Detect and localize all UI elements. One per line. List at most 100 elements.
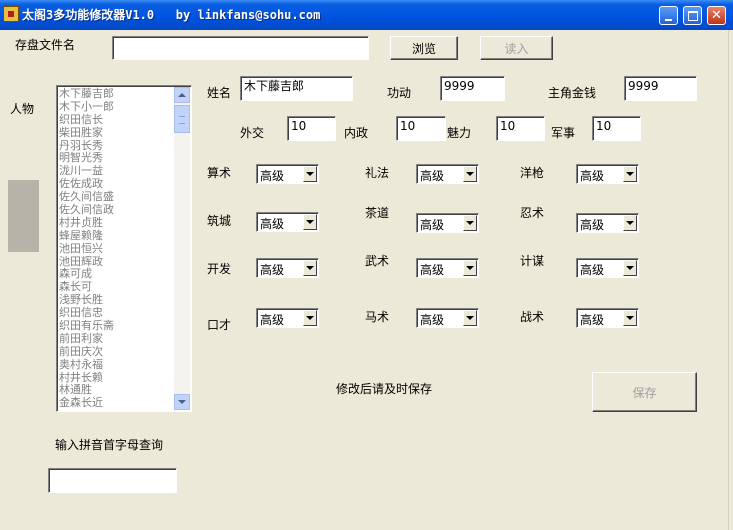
dropdown-arrow-icon[interactable]	[463, 310, 477, 326]
dropdown-arrow-icon[interactable]	[303, 260, 317, 276]
dropdown-arrow-icon[interactable]	[623, 215, 637, 231]
charm-field[interactable]: 10	[496, 116, 545, 141]
money-field[interactable]: 9999	[624, 76, 697, 101]
skill-select[interactable]: 高级	[256, 164, 319, 184]
charm-label: 魅力	[447, 126, 472, 140]
save-button[interactable]: 保存	[592, 372, 697, 412]
pinyin-search-input[interactable]	[48, 468, 177, 493]
skill-select-value: 高级	[260, 313, 285, 327]
skill-select-value: 高级	[260, 263, 285, 277]
list-item[interactable]: 木下小一郎	[59, 100, 174, 113]
list-item[interactable]: 前田利家	[59, 332, 174, 345]
politics-field[interactable]: 10	[396, 116, 446, 141]
dropdown-arrow-icon[interactable]	[623, 310, 637, 326]
list-scrollbar[interactable]	[174, 87, 190, 410]
merit-label: 功动	[387, 86, 412, 100]
scroll-down-icon[interactable]	[174, 394, 190, 410]
save-hint: 修改后请及时保存	[336, 382, 433, 396]
person-side-panel	[8, 180, 39, 252]
list-item[interactable]: 森长可	[59, 280, 174, 293]
skill-select-value: 高级	[420, 169, 445, 183]
list-item[interactable]: 浅野长胜	[59, 293, 174, 306]
skill-label: 礼法	[365, 166, 390, 180]
skill-select-value: 高级	[420, 218, 445, 232]
skill-label: 计谋	[520, 254, 545, 268]
list-item[interactable]: 明智光秀	[59, 151, 174, 165]
skill-select[interactable]: 高级	[576, 213, 639, 233]
list-item[interactable]: 织田有乐斋	[59, 319, 174, 332]
diplomacy-field[interactable]: 10	[287, 116, 336, 141]
maximize-button[interactable]	[683, 6, 702, 25]
money-label: 主角金钱	[548, 86, 597, 100]
military-label: 军事	[551, 126, 576, 140]
search-label: 输入拼音首字母查询	[55, 438, 164, 452]
save-file-input[interactable]	[112, 36, 369, 60]
dropdown-arrow-icon[interactable]	[463, 260, 477, 276]
skill-select-value: 高级	[580, 218, 605, 232]
skill-select[interactable]: 高级	[416, 164, 479, 184]
skill-label: 茶道	[365, 206, 390, 220]
minimize-button[interactable]	[659, 6, 678, 25]
title-bar[interactable]: 太阁3多功能修改器V1.0 by linkfans@sohu.com ✕	[0, 0, 733, 30]
skill-select[interactable]: 高级	[256, 258, 319, 278]
list-item[interactable]: 泷川一益	[59, 164, 174, 177]
name-label: 姓名	[207, 86, 232, 100]
list-item[interactable]: 柴田胜家	[59, 126, 174, 139]
skill-label: 口才	[207, 318, 232, 332]
list-item[interactable]: 佐佐成政	[59, 177, 174, 190]
list-item[interactable]: 村井贞胜	[59, 216, 174, 229]
military-field[interactable]: 10	[592, 116, 641, 141]
close-button[interactable]: ✕	[707, 6, 726, 25]
skill-select[interactable]: 高级	[256, 308, 319, 328]
skill-label: 战术	[520, 310, 545, 324]
list-item[interactable]: 金森长近	[59, 396, 174, 409]
skill-select-value: 高级	[420, 313, 445, 327]
skill-select-value: 高级	[420, 263, 445, 277]
list-item[interactable]: 丹羽长秀	[59, 139, 174, 152]
skill-select-value: 高级	[580, 169, 605, 183]
dropdown-arrow-icon[interactable]	[303, 310, 317, 326]
politics-label: 内政	[344, 126, 369, 140]
skill-select[interactable]: 高级	[416, 213, 479, 233]
list-item[interactable]: 村井长赖	[59, 371, 174, 384]
list-item[interactable]: 佐久间信政	[59, 203, 174, 216]
list-item[interactable]: 池田恒兴	[59, 242, 174, 255]
name-field[interactable]: 木下藤吉郎	[240, 76, 353, 101]
dropdown-arrow-icon[interactable]	[303, 166, 317, 182]
diplomacy-label: 外交	[240, 126, 265, 140]
load-button[interactable]: 读入	[480, 36, 553, 60]
list-item[interactable]: 森可成	[59, 267, 174, 281]
list-item[interactable]: 奥村永福	[59, 358, 174, 371]
skill-select-value: 高级	[260, 217, 285, 231]
skill-select[interactable]: 高级	[416, 258, 479, 278]
scroll-up-icon[interactable]	[174, 87, 190, 103]
list-item[interactable]: 木下藤吉郎	[59, 87, 174, 100]
list-item[interactable]: 蜂屋赖隆	[59, 229, 174, 242]
skill-select[interactable]: 高级	[256, 212, 319, 232]
dropdown-arrow-icon[interactable]	[463, 215, 477, 231]
skill-label: 筑城	[207, 214, 232, 228]
list-item[interactable]: 林通胜	[59, 383, 174, 397]
dropdown-arrow-icon[interactable]	[463, 166, 477, 182]
list-item[interactable]: 织田信长	[59, 113, 174, 126]
skill-label: 忍术	[520, 206, 545, 220]
skill-select[interactable]: 高级	[576, 308, 639, 328]
skill-label: 洋枪	[520, 166, 545, 180]
list-item[interactable]: 池田辉政	[59, 255, 174, 268]
skill-select[interactable]: 高级	[416, 308, 479, 328]
window-title: 太阁3多功能修改器V1.0 by linkfans@sohu.com	[22, 8, 321, 22]
person-listbox[interactable]: 木下藤吉郎 木下小一郎 织田信长 柴田胜家 丹羽长秀 明智光秀 泷川一益 佐佐成政 佐久间信盛佐…	[56, 85, 192, 412]
app-icon	[3, 6, 19, 22]
merit-field[interactable]: 9999	[440, 76, 505, 101]
person-label: 人物	[10, 102, 35, 116]
list-item[interactable]: 前田庆次	[59, 345, 174, 358]
list-item[interactable]: 织田信忠	[59, 306, 174, 319]
dropdown-arrow-icon[interactable]	[623, 166, 637, 182]
dropdown-arrow-icon[interactable]	[623, 260, 637, 276]
scroll-thumb[interactable]	[174, 105, 190, 133]
dropdown-arrow-icon[interactable]	[303, 214, 317, 230]
list-item[interactable]: 佐久间信盛	[59, 190, 174, 203]
skill-select[interactable]: 高级	[576, 164, 639, 184]
skill-select[interactable]: 高级	[576, 258, 639, 278]
browse-button[interactable]: 浏览	[390, 36, 458, 60]
